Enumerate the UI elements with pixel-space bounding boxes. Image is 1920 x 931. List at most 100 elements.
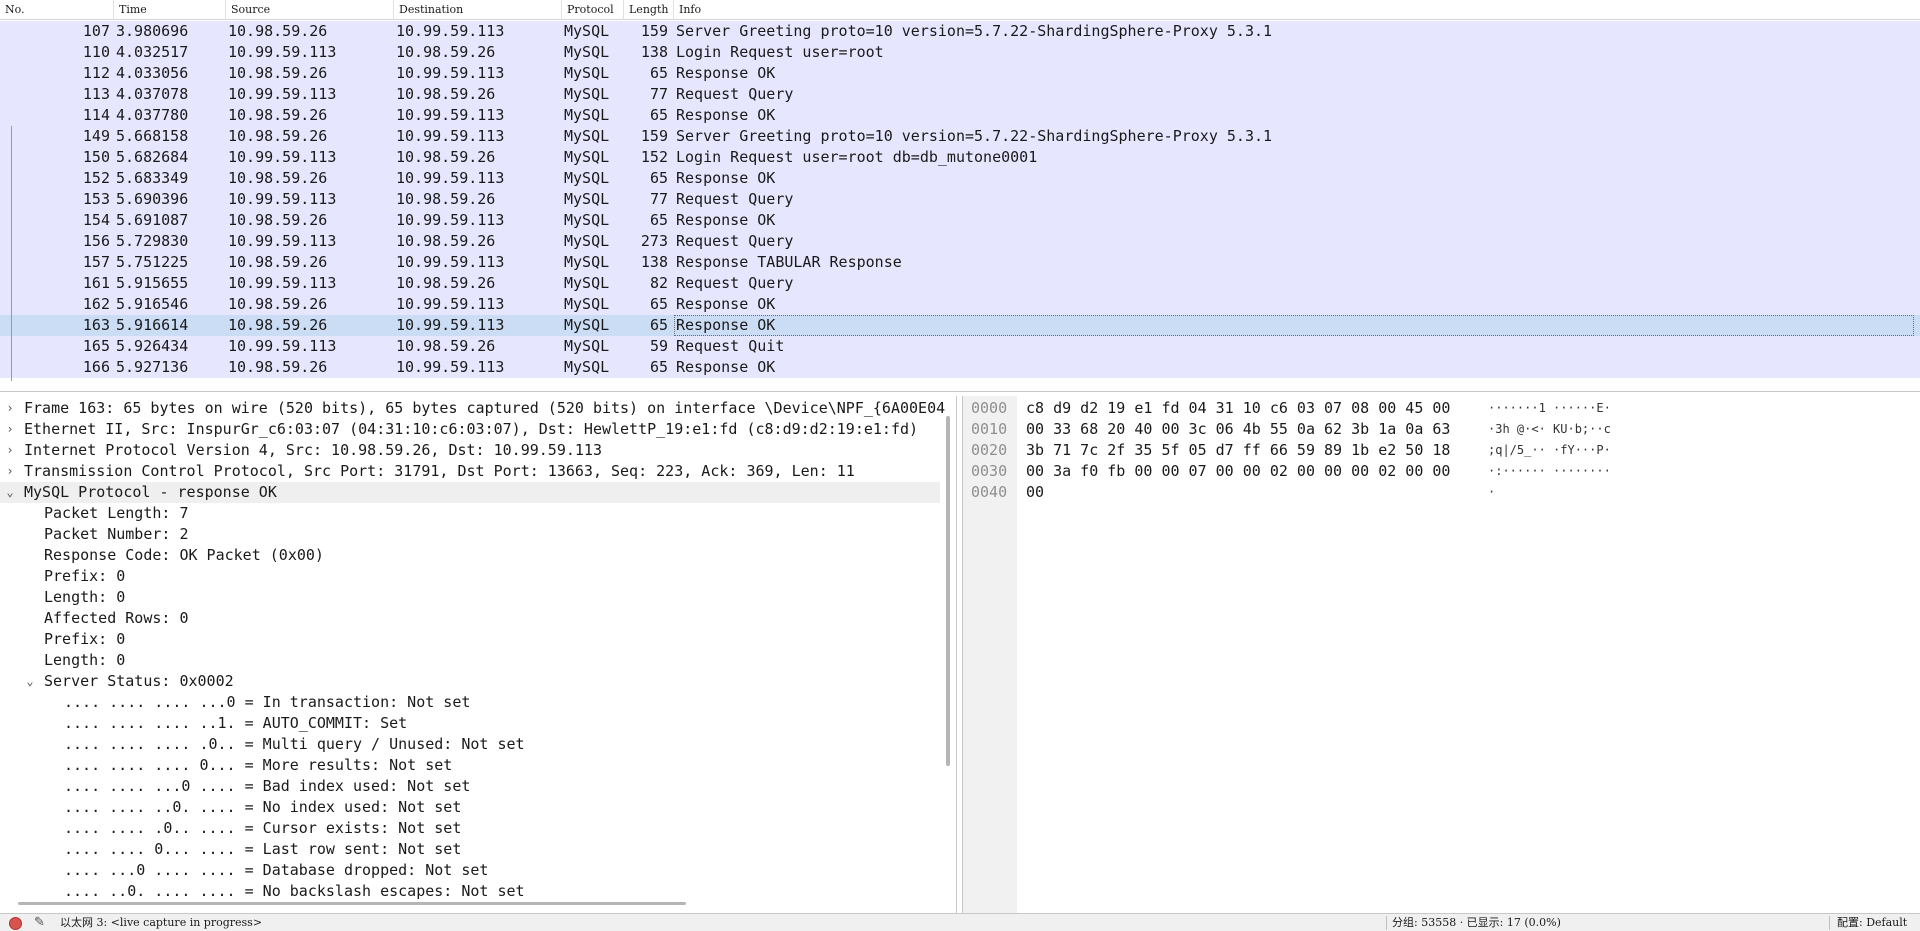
- mysql-field[interactable]: Response Code: OK Packet (0x00): [0, 545, 940, 566]
- tree-server-status-label: Server Status: 0x0002: [44, 672, 234, 690]
- column-header-protocol[interactable]: Protocol: [562, 0, 624, 20]
- packet-row[interactable]: 157 5.751225 10.98.59.26 10.99.59.113 MySQL 1…: [0, 252, 1920, 273]
- details-vertical-scrollbar[interactable]: [946, 416, 950, 766]
- chevron-right-icon[interactable]: ›: [4, 440, 16, 461]
- chevron-down-icon[interactable]: ⌄: [24, 671, 36, 692]
- packet-row[interactable]: 107 3.980696 10.98.59.26 10.99.59.113 MySQL 1…: [0, 21, 1920, 42]
- bytes-hex[interactable]: 00 33 68 20 40 00 3c 06 4b 55 0a 62 3b 1…: [1026, 419, 1450, 440]
- column-header-no[interactable]: No.: [0, 0, 114, 20]
- status-bit-field[interactable]: .... .... .... ...0 = In transaction: No…: [0, 692, 940, 713]
- bytes-hex[interactable]: c8 d9 d2 19 e1 fd 04 31 10 c6 03 07 08 0…: [1026, 398, 1450, 419]
- packet-cell-src: 10.99.59.113: [228, 232, 337, 250]
- packet-row[interactable]: 110 4.032517 10.99.59.113 10.98.59.26 MySQL 1…: [0, 42, 1920, 63]
- packet-cell-src: 10.98.59.26: [228, 106, 328, 124]
- packet-cell-len: 138: [640, 253, 668, 271]
- status-bit-field[interactable]: .... .... ...0 .... = Bad index used: No…: [0, 776, 940, 797]
- packet-row[interactable]: 112 4.033056 10.98.59.26 10.99.59.113 MySQL 6…: [0, 63, 1920, 84]
- packet-bytes-pane[interactable]: 0000 c8 d9 d2 19 e1 fd 04 31 10 c6 03 07 …: [962, 396, 1920, 913]
- tree-server-status[interactable]: ⌄ Server Status: 0x0002: [0, 671, 940, 692]
- tree-ethernet[interactable]: › Ethernet II, Src: InspurGr_c6:03:07 (0…: [0, 419, 940, 440]
- packet-cell-proto: MySQL: [564, 295, 610, 313]
- chevron-down-icon[interactable]: ⌄: [4, 482, 16, 503]
- mysql-field[interactable]: Length: 0: [0, 587, 940, 608]
- mysql-field[interactable]: Prefix: 0: [0, 566, 940, 587]
- packet-cell-no: 162: [82, 295, 110, 313]
- status-bit-field[interactable]: .... .... .... ..1. = AUTO_COMMIT: Set: [0, 713, 940, 734]
- packet-cell-dst: 10.98.59.26: [396, 148, 496, 166]
- status-bit-field[interactable]: .... .... .... .0.. = Multi query / Unus…: [0, 734, 940, 755]
- status-packet-counts: 分组: 53558 · 已显示: 17 (0.0%): [1392, 916, 1561, 929]
- mysql-field[interactable]: Prefix: 0: [0, 629, 940, 650]
- packet-row[interactable]: 166 5.927136 10.98.59.26 10.99.59.113 MySQL 6…: [0, 357, 1920, 378]
- packet-cell-dst: 10.99.59.113: [396, 211, 505, 229]
- status-bit-field[interactable]: .... ..0. .... .... = No backslash escap…: [0, 881, 940, 902]
- packet-cell-no: 149: [82, 127, 110, 145]
- packet-details-pane[interactable]: › Frame 163: 65 bytes on wire (520 bits)…: [0, 396, 957, 913]
- mysql-field[interactable]: Packet Number: 2: [0, 524, 940, 545]
- status-bit-field[interactable]: .... .... .... 0... = More results: Not …: [0, 755, 940, 776]
- tree-ip[interactable]: › Internet Protocol Version 4, Src: 10.9…: [0, 440, 940, 461]
- packet-row[interactable]: 114 4.037780 10.98.59.26 10.99.59.113 MySQL 6…: [0, 105, 1920, 126]
- status-bit-field[interactable]: .... ...0 .... .... = Database dropped: …: [0, 860, 940, 881]
- bytes-ascii[interactable]: ·3h @·<· KU·b;··c: [1488, 419, 1611, 440]
- mysql-field[interactable]: Affected Rows: 0: [0, 608, 940, 629]
- packet-cell-info: Response OK: [676, 358, 776, 376]
- packet-list-pane[interactable]: No. Time Source Destination Protocol Len…: [0, 0, 1920, 392]
- status-bit-field[interactable]: .... .... .0.. .... = Cursor exists: Not…: [0, 818, 940, 839]
- packet-cell-src: 10.99.59.113: [228, 274, 337, 292]
- tree-tcp[interactable]: › Transmission Control Protocol, Src Por…: [0, 461, 940, 482]
- bytes-ascii[interactable]: ·: [1488, 482, 1495, 503]
- bytes-hex[interactable]: 00: [1026, 482, 1044, 503]
- packet-cell-proto: MySQL: [564, 316, 610, 334]
- packet-cell-dst: 10.99.59.113: [396, 169, 505, 187]
- packet-row[interactable]: 150 5.682684 10.99.59.113 10.98.59.26 MySQL 1…: [0, 147, 1920, 168]
- bytes-hex[interactable]: 00 3a f0 fb 00 00 07 00 00 02 00 00 00 0…: [1026, 461, 1450, 482]
- mysql-field[interactable]: Packet Length: 7: [0, 503, 940, 524]
- bytes-hex[interactable]: 3b 71 7c 2f 35 5f 05 d7 ff 66 59 89 1b e…: [1026, 440, 1450, 461]
- record-icon[interactable]: [9, 917, 22, 930]
- status-bar: ✎ 以太网 3: <live capture in progress> 分组: …: [0, 913, 1920, 931]
- column-header-destination[interactable]: Destination: [394, 0, 562, 20]
- packet-row[interactable]: 154 5.691087 10.98.59.26 10.99.59.113 MySQL 6…: [0, 210, 1920, 231]
- column-header-length[interactable]: Length: [624, 0, 674, 20]
- packet-cell-src: 10.98.59.26: [228, 64, 328, 82]
- bytes-ascii[interactable]: ·:······ ········: [1488, 461, 1611, 482]
- chevron-right-icon[interactable]: ›: [4, 419, 16, 440]
- chevron-right-icon[interactable]: ›: [4, 461, 16, 482]
- bytes-ascii[interactable]: ;q|/5_·· ·fY···P·: [1488, 440, 1611, 461]
- column-header-info[interactable]: Info: [674, 0, 1920, 20]
- column-header-time[interactable]: Time: [114, 0, 226, 20]
- packet-cell-no: 113: [82, 85, 110, 103]
- packet-cell-proto: MySQL: [564, 106, 610, 124]
- packet-cell-no: 157: [82, 253, 110, 271]
- packet-row[interactable]: 152 5.683349 10.98.59.26 10.99.59.113 MySQL 6…: [0, 168, 1920, 189]
- tree-mysql[interactable]: ⌄ MySQL Protocol - response OK: [0, 482, 940, 503]
- packet-row[interactable]: 163 5.916614 10.98.59.26 10.99.59.113 MySQL 6…: [0, 315, 1920, 336]
- packet-row[interactable]: 156 5.729830 10.99.59.113 10.98.59.26 MySQL 2…: [0, 231, 1920, 252]
- packet-row[interactable]: 165 5.926434 10.99.59.113 10.98.59.26 MySQL 5…: [0, 336, 1920, 357]
- bytes-ascii[interactable]: ·······1 ······E·: [1488, 398, 1611, 419]
- packet-row[interactable]: 162 5.916546 10.98.59.26 10.99.59.113 MySQL 6…: [0, 294, 1920, 315]
- tree-frame[interactable]: › Frame 163: 65 bytes on wire (520 bits)…: [0, 398, 945, 419]
- chevron-right-icon[interactable]: ›: [4, 398, 16, 419]
- status-interface: 以太网 3: <live capture in progress>: [60, 916, 263, 929]
- details-horizontal-scrollbar[interactable]: [18, 902, 686, 905]
- packet-cell-time: 5.927136: [116, 358, 189, 376]
- packet-row[interactable]: 113 4.037078 10.99.59.113 10.98.59.26 MySQL 7…: [0, 84, 1920, 105]
- status-bit-field[interactable]: .... .... 0... .... = Last row sent: Not…: [0, 839, 940, 860]
- edit-icon[interactable]: ✎: [34, 914, 45, 931]
- packet-row[interactable]: 153 5.690396 10.99.59.113 10.98.59.26 MySQL 7…: [0, 189, 1920, 210]
- status-bit-field[interactable]: .... .... ..0. .... = No index used: Not…: [0, 797, 940, 818]
- status-bit-label: .... .... .... ..1. = AUTO_COMMIT: Set: [64, 714, 408, 732]
- bytes-offset: 0030: [971, 462, 1008, 480]
- packet-cell-info: Request Query: [676, 232, 794, 250]
- packet-cell-src: 10.98.59.26: [228, 253, 328, 271]
- packet-row[interactable]: 161 5.915655 10.99.59.113 10.98.59.26 MySQL 8…: [0, 273, 1920, 294]
- packet-cell-dst: 10.98.59.26: [396, 85, 496, 103]
- status-profile[interactable]: 配置: Default: [1837, 914, 1907, 931]
- packet-row[interactable]: 149 5.668158 10.98.59.26 10.99.59.113 MySQL 1…: [0, 126, 1920, 147]
- packet-cell-info: Login Request user=root: [676, 43, 884, 61]
- column-header-source[interactable]: Source: [226, 0, 394, 20]
- mysql-field[interactable]: Length: 0: [0, 650, 940, 671]
- bytes-offset: 0040: [971, 483, 1008, 501]
